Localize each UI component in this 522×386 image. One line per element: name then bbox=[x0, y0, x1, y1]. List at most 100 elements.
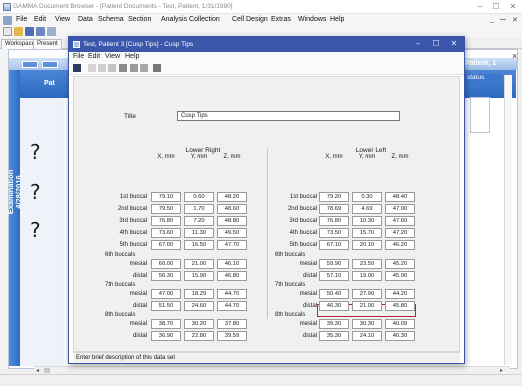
dialog-minimize-icon[interactable]: – bbox=[411, 39, 425, 49]
print-icon[interactable] bbox=[119, 64, 127, 72]
maximize-icon[interactable]: ☐ bbox=[488, 2, 504, 12]
paste-icon[interactable] bbox=[108, 64, 116, 72]
lower-right-value-field[interactable]: 79.50 bbox=[151, 204, 181, 214]
menu-file[interactable]: File bbox=[16, 16, 27, 23]
lower-right-value-field[interactable]: 21.00 bbox=[184, 259, 214, 269]
tab-present[interactable]: Present bbox=[33, 39, 62, 49]
lower-right-value-field[interactable]: 44.70 bbox=[217, 289, 247, 299]
lower-right-value-field[interactable]: 47.70 bbox=[217, 240, 247, 250]
lower-left-value-field[interactable]: 23.50 bbox=[352, 259, 382, 269]
dialog-maximize-icon[interactable]: ☐ bbox=[429, 39, 443, 49]
lower-left-value-field[interactable]: 57.10 bbox=[319, 271, 349, 281]
vertical-scrollbar[interactable] bbox=[504, 75, 512, 365]
header-tool-icon[interactable] bbox=[22, 61, 38, 68]
lower-right-value-field[interactable]: 7.20 bbox=[184, 216, 214, 226]
lower-right-value-field[interactable]: 22.80 bbox=[184, 331, 214, 341]
lower-right-value-field[interactable]: 73.60 bbox=[151, 228, 181, 238]
lower-left-value-field[interactable]: 45.90 bbox=[385, 271, 415, 281]
lower-left-value-field[interactable]: 45.80 bbox=[385, 301, 415, 311]
lower-left-value-field[interactable]: 45.20 bbox=[385, 259, 415, 269]
dialog-menu-view[interactable]: View bbox=[105, 53, 120, 60]
unknown-document-icon[interactable]: ? bbox=[30, 180, 41, 204]
menu-analysis-collection[interactable]: Analysis Collection bbox=[161, 16, 220, 23]
dialog-menu-help[interactable]: Help bbox=[125, 53, 139, 60]
menu-data[interactable]: Data bbox=[78, 16, 93, 23]
mdi-minimize-icon[interactable]: _ bbox=[490, 16, 494, 23]
lower-right-value-field[interactable]: 76.80 bbox=[151, 216, 181, 226]
mdi-restore-icon[interactable]: ꟷ bbox=[500, 16, 506, 25]
lower-right-value-field[interactable]: 49.50 bbox=[217, 228, 247, 238]
lower-left-value-field[interactable]: 0.30 bbox=[352, 192, 382, 202]
lower-left-value-field[interactable]: 10.30 bbox=[352, 216, 382, 226]
lower-right-value-field[interactable]: 37.80 bbox=[217, 319, 247, 329]
lower-right-value-field[interactable]: 39.59 bbox=[217, 331, 247, 341]
cut-icon[interactable] bbox=[88, 64, 96, 72]
lower-left-value-field[interactable]: 24.10 bbox=[352, 331, 382, 341]
lower-left-value-field[interactable]: 79.20 bbox=[319, 192, 349, 202]
lower-right-value-field[interactable]: 38.70 bbox=[151, 319, 181, 329]
lower-right-value-field[interactable]: 46.80 bbox=[217, 271, 247, 281]
lower-left-value-field[interactable]: 30.30 bbox=[352, 319, 382, 329]
document-thumbnail[interactable] bbox=[470, 97, 490, 133]
lower-left-value-field[interactable]: 67.10 bbox=[319, 240, 349, 250]
dialog-close-icon[interactable]: ✕ bbox=[447, 39, 461, 49]
menu-extras[interactable]: Extras bbox=[271, 16, 291, 23]
lower-right-value-field[interactable]: 46.10 bbox=[217, 259, 247, 269]
menu-help[interactable]: Help bbox=[330, 16, 344, 23]
menu-windows[interactable]: Windows bbox=[298, 16, 326, 23]
lower-left-value-field[interactable]: 76.80 bbox=[319, 216, 349, 226]
link-icon[interactable] bbox=[140, 64, 148, 72]
lower-left-value-field[interactable]: 35.30 bbox=[319, 331, 349, 341]
unknown-document-icon[interactable]: ? bbox=[30, 218, 41, 242]
lower-left-value-field[interactable]: 40.30 bbox=[385, 331, 415, 341]
lower-right-value-field[interactable]: 47.00 bbox=[151, 289, 181, 299]
lower-right-value-field[interactable]: 11.30 bbox=[184, 228, 214, 238]
lower-right-value-field[interactable]: 48.80 bbox=[217, 216, 247, 226]
scroll-right-icon[interactable]: ▸ bbox=[500, 367, 503, 374]
lower-left-value-field[interactable]: 73.50 bbox=[319, 228, 349, 238]
lower-left-value-field[interactable]: 44.20 bbox=[385, 289, 415, 299]
lower-left-value-field[interactable]: 21.00 bbox=[352, 301, 382, 311]
menu-edit[interactable]: Edit bbox=[34, 16, 46, 23]
horizontal-scrollbar[interactable]: ◂ ▸ bbox=[34, 366, 510, 374]
lower-left-value-field[interactable]: 40.09 bbox=[385, 319, 415, 329]
lower-left-value-field[interactable]: 20.10 bbox=[352, 240, 382, 250]
header-tool-icon-2[interactable] bbox=[42, 61, 58, 68]
tool-icon[interactable] bbox=[153, 64, 161, 72]
lower-right-value-field[interactable]: 48.60 bbox=[217, 204, 247, 214]
new-document-icon[interactable] bbox=[3, 27, 12, 36]
copy-icon[interactable] bbox=[98, 64, 106, 72]
toolbar-icon[interactable] bbox=[47, 27, 56, 36]
mdi-close-icon[interactable]: ✕ bbox=[512, 16, 518, 24]
lower-left-value-field[interactable]: 27.90 bbox=[352, 289, 382, 299]
lower-left-value-field[interactable]: 47.90 bbox=[385, 204, 415, 214]
lower-right-value-field[interactable]: 60.00 bbox=[151, 259, 181, 269]
title-input[interactable]: Cusp Tips bbox=[177, 111, 400, 121]
scroll-left-icon[interactable]: ◂ bbox=[36, 367, 39, 374]
lower-left-value-field[interactable]: 47.60 bbox=[385, 216, 415, 226]
dialog-menu-file[interactable]: File bbox=[73, 53, 84, 60]
lower-left-value-field[interactable]: 59.90 bbox=[319, 259, 349, 269]
menu-cell-design[interactable]: Cell Design bbox=[232, 16, 268, 23]
lower-right-value-field[interactable]: 51.50 bbox=[151, 301, 181, 311]
lower-left-value-field[interactable]: 46.30 bbox=[319, 301, 349, 311]
save-icon[interactable] bbox=[25, 27, 34, 36]
lower-left-value-field[interactable]: 46.20 bbox=[385, 240, 415, 250]
lower-right-value-field[interactable]: 18.29 bbox=[184, 289, 214, 299]
pen-icon[interactable] bbox=[130, 64, 138, 72]
status-column-header[interactable]: status bbox=[462, 74, 502, 83]
lower-right-value-field[interactable]: 48.20 bbox=[217, 192, 247, 202]
save-icon[interactable] bbox=[73, 64, 81, 72]
lower-right-value-field[interactable]: 24.60 bbox=[184, 301, 214, 311]
dialog-menu-edit[interactable]: Edit bbox=[88, 53, 100, 60]
app-menu-icon[interactable] bbox=[3, 16, 12, 25]
save-all-icon[interactable] bbox=[36, 27, 45, 36]
scroll-thumb[interactable] bbox=[44, 368, 50, 373]
lower-right-value-field[interactable]: 67.00 bbox=[151, 240, 181, 250]
open-folder-icon[interactable] bbox=[14, 27, 23, 36]
close-icon[interactable]: ✕ bbox=[505, 2, 521, 12]
lower-left-value-field[interactable]: 78.69 bbox=[319, 204, 349, 214]
lower-right-value-field[interactable]: 1.70 bbox=[184, 204, 214, 214]
lower-right-value-field[interactable]: 30.20 bbox=[184, 319, 214, 329]
lower-right-value-field[interactable]: 44.70 bbox=[217, 301, 247, 311]
